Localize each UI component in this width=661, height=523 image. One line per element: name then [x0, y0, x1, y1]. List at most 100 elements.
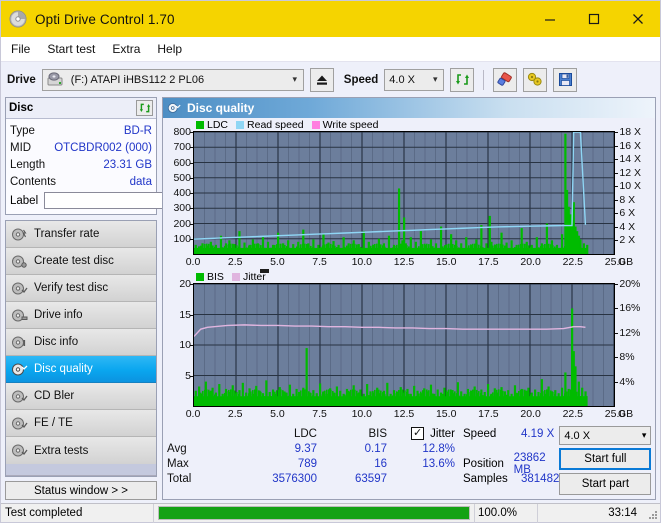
- eject-button[interactable]: [309, 67, 334, 92]
- x-tick-label: 17.5: [478, 408, 499, 420]
- bis-x-axis: 0.0 2.5 5.0 7.5 10.0 12.5 15.0 17.5 20.0 22.5 25.0…: [186, 407, 633, 422]
- drive-icon: [47, 72, 63, 86]
- disc-verify-icon: [12, 282, 28, 294]
- legend-swatch: [231, 272, 240, 281]
- status-message: Test completed: [5, 507, 83, 519]
- y2-tick-label: 4 X: [619, 220, 636, 233]
- sidebar-item-transfer-rate[interactable]: Transfer rate: [6, 221, 156, 248]
- bis-y2-axis: 4% 8% 12% 16% 20%: [615, 278, 655, 407]
- stats-table: LDC BIS ✓ Jitter Avg 9.37 0.17 12.8% Max…: [167, 426, 457, 495]
- y-tick-label: 200: [173, 217, 191, 230]
- legend-label: BIS: [207, 270, 224, 283]
- legend-item-write-speed: Write speed: [311, 119, 379, 131]
- speed-select[interactable]: 4.0 X ▾: [384, 68, 445, 91]
- chevron-down-icon: ▾: [292, 74, 298, 84]
- bis-y-axis: 5 10 15 20: [163, 278, 193, 407]
- close-button[interactable]: [616, 1, 660, 37]
- cd-bler-icon: [12, 390, 28, 402]
- y2-tick-mark: [615, 240, 619, 242]
- charts-area: LDC Read speed Write speed 100 200 300 400 5…: [163, 118, 655, 422]
- refresh-button[interactable]: [450, 67, 475, 92]
- refresh-icon: [455, 74, 469, 85]
- sidebar-item-create-test-disc[interactable]: Create test disc: [6, 248, 156, 275]
- start-part-button[interactable]: Start part: [559, 473, 652, 495]
- tools-button[interactable]: [523, 67, 548, 92]
- sidebar-item-extra-tests[interactable]: Extra tests: [6, 437, 156, 464]
- x-tick-label: 17.5: [478, 256, 499, 268]
- y2-tick-mark: [615, 332, 619, 334]
- x-tick-label: 7.5: [312, 408, 327, 420]
- erase-button[interactable]: [493, 67, 518, 92]
- sidebar-item-cd-bler[interactable]: CD Bler: [6, 383, 156, 410]
- stats-col-bis: BIS: [368, 427, 387, 440]
- y-tick-label: 400: [173, 187, 191, 199]
- bis-plot[interactable]: [193, 283, 616, 407]
- sidebar-item-drive-info[interactable]: Drive info: [6, 302, 156, 329]
- legend-item-read-speed: Read speed: [236, 119, 304, 131]
- save-button[interactable]: [553, 67, 578, 92]
- sidebar-item-disc-info[interactable]: Disc info: [6, 329, 156, 356]
- left-column: Disc Type BD-R MID OTCBDR002 (000) Lengt…: [5, 97, 247, 500]
- menu-item-extra[interactable]: Extra: [112, 42, 140, 56]
- sidebar-item-label: Disc quality: [34, 363, 93, 375]
- x-tick-label: 12.5: [393, 256, 415, 268]
- disc-row-key: Contents: [10, 175, 57, 188]
- status-separator: [153, 503, 154, 523]
- y2-tick-mark: [615, 381, 619, 383]
- sidebar-item-disc-quality[interactable]: Disc quality: [6, 356, 156, 383]
- x-tick-label: 15.0: [435, 256, 457, 268]
- start-full-label: Start full: [584, 453, 627, 465]
- elapsed-time: 33:14: [608, 507, 637, 519]
- legend-swatch: [196, 272, 204, 281]
- minimize-button[interactable]: [528, 1, 572, 37]
- stats-value-bis: 63597: [355, 472, 387, 485]
- status-bar: Test completed 100.0% 33:14: [1, 503, 660, 523]
- stats-row-label: Max: [167, 457, 189, 470]
- drive-select[interactable]: (F:) ATAPI iHBS112 2 PL06 ▾: [41, 68, 304, 91]
- disc-row-value: 23.31 GB: [103, 158, 152, 171]
- chevron-down-icon: ▾: [641, 430, 647, 440]
- ldc-y2-axis: 2 X4 X6 X8 X 10 X 12 X 14 X 16 X 18 X: [615, 126, 655, 255]
- maximize-button[interactable]: [572, 1, 616, 37]
- y-tick-label: 300: [173, 202, 191, 215]
- ldc-plot[interactable]: [193, 131, 616, 255]
- stats-value-ldc: 3576300: [272, 472, 317, 485]
- stats-row-total: Total 3576300 63597: [167, 471, 457, 486]
- sidebar-item-label: Extra tests: [34, 444, 89, 457]
- x-tick-label: 5.0: [270, 408, 285, 420]
- window-controls: [528, 1, 660, 37]
- sidebar-item-verify-test-disc[interactable]: Verify test disc: [6, 275, 156, 302]
- stats-value-jitter: 12.8%: [422, 442, 455, 455]
- y-tick-label: 700: [173, 141, 191, 154]
- test-info-label: Samples: [463, 472, 508, 485]
- sidebar-item-label: FE / TE: [34, 417, 73, 429]
- y-tick-label: 100: [173, 232, 191, 245]
- y2-tick-mark: [615, 186, 619, 188]
- disc-refresh-button[interactable]: [136, 100, 153, 116]
- test-speed-select[interactable]: 4.0 X ▾: [559, 426, 652, 445]
- menu-item-start-test[interactable]: Start test: [47, 42, 95, 56]
- drive-select-value: (F:) ATAPI iHBS112 2 PL06: [70, 73, 205, 86]
- sidebar-item-label: Transfer rate: [34, 228, 100, 240]
- status-window-button[interactable]: Status window > >: [5, 481, 157, 500]
- stats-col-jitter-group: ✓ Jitter: [387, 427, 455, 440]
- window-title: Opti Drive Control 1.70: [35, 11, 175, 27]
- start-full-button[interactable]: Start full: [559, 448, 652, 470]
- stats-row-avg: Avg 9.37 0.17 12.8%: [167, 441, 457, 456]
- y-tick-label: 500: [173, 171, 191, 184]
- menu-item-file[interactable]: File: [11, 42, 30, 56]
- resize-grip-icon[interactable]: [645, 507, 657, 519]
- jitter-checkbox[interactable]: ✓: [411, 427, 425, 440]
- eject-icon: [316, 75, 327, 85]
- sidebar-item-fe-te[interactable]: FE / TE: [6, 410, 156, 437]
- legend-item-ldc: LDC: [196, 119, 228, 131]
- test-controls: 4.0 X ▾ Start full Start part: [559, 426, 652, 495]
- tools-icon: [528, 72, 542, 86]
- legend-label: LDC: [207, 118, 229, 131]
- disc-row-type: Type BD-R: [10, 122, 152, 139]
- extra-tests-icon: [12, 444, 28, 457]
- y2-tick-label: 12%: [619, 326, 641, 339]
- x-tick-label: 10.0: [351, 408, 373, 420]
- y2-tick-mark: [615, 145, 619, 147]
- menu-item-help[interactable]: Help: [157, 42, 182, 56]
